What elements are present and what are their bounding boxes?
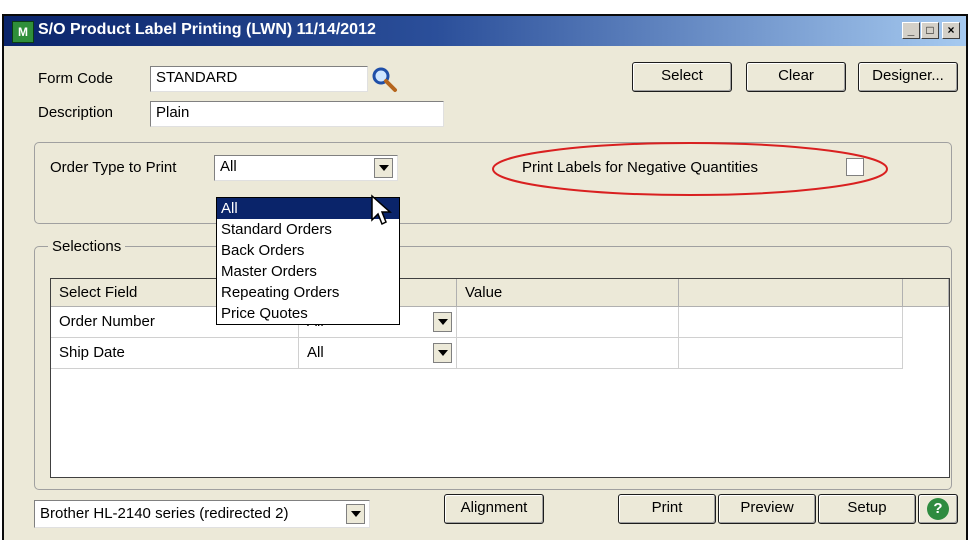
help-icon: ? — [927, 498, 949, 520]
app-icon: M — [12, 21, 34, 43]
printer-dropdown-button[interactable] — [346, 504, 365, 524]
chevron-down-icon — [378, 165, 389, 171]
header-filler — [903, 279, 949, 307]
form-code-label: Form Code — [38, 70, 114, 87]
help-button[interactable]: ? — [918, 494, 958, 524]
selections-group-label: Selections — [48, 238, 126, 255]
dropdown-option-back-orders[interactable]: Back Orders — [217, 240, 399, 261]
row-ship-date-extra — [679, 338, 903, 369]
alignment-button[interactable]: Alignment — [444, 494, 544, 524]
clear-button[interactable]: Clear — [746, 62, 846, 92]
row-ship-date-dropdown-button[interactable] — [433, 343, 452, 363]
row-order-number-value[interactable] — [457, 307, 679, 338]
close-button[interactable]: × — [942, 22, 960, 39]
mouse-cursor-icon — [370, 194, 394, 228]
header-value[interactable]: Value — [457, 279, 679, 307]
window-title: S/O Product Label Printing (LWN) 11/14/2… — [38, 21, 376, 38]
preview-button[interactable]: Preview — [718, 494, 816, 524]
dropdown-option-repeating-orders[interactable]: Repeating Orders — [217, 282, 399, 303]
selections-grid: Select Field Value Order Number All Ship… — [50, 278, 950, 478]
lookup-icon[interactable] — [370, 65, 398, 93]
order-type-label: Order Type to Print — [50, 159, 177, 176]
title-bar[interactable]: M S/O Product Label Printing (LWN) 11/14… — [4, 16, 966, 46]
description-input[interactable]: Plain — [150, 101, 444, 127]
maximize-button[interactable]: □ — [921, 22, 939, 39]
setup-button[interactable]: Setup — [818, 494, 916, 524]
minimize-button[interactable]: _ — [902, 22, 920, 39]
description-label: Description — [38, 104, 114, 121]
designer-button[interactable]: Designer... — [858, 62, 958, 92]
print-button[interactable]: Print — [618, 494, 716, 524]
row-order-number-extra — [679, 307, 903, 338]
dropdown-option-master-orders[interactable]: Master Orders — [217, 261, 399, 282]
header-extra[interactable] — [679, 279, 903, 307]
main-window: M S/O Product Label Printing (LWN) 11/14… — [2, 14, 968, 540]
row-ship-date-value[interactable] — [457, 338, 679, 369]
form-code-input[interactable]: STANDARD — [150, 66, 368, 92]
dropdown-option-price-quotes[interactable]: Price Quotes — [217, 303, 399, 324]
chevron-down-icon — [437, 319, 448, 325]
select-button[interactable]: Select — [632, 62, 732, 92]
row-ship-date-field[interactable]: Ship Date — [51, 338, 299, 369]
order-type-dropdown-button[interactable] — [374, 158, 393, 178]
chevron-down-icon — [350, 511, 361, 517]
chevron-down-icon — [437, 350, 448, 356]
highlight-ellipse — [490, 140, 890, 198]
row-order-number-dropdown-button[interactable] — [433, 312, 452, 332]
printer-select[interactable]: Brother HL-2140 series (redirected 2) — [34, 500, 370, 528]
order-type-select[interactable]: All — [214, 155, 398, 181]
